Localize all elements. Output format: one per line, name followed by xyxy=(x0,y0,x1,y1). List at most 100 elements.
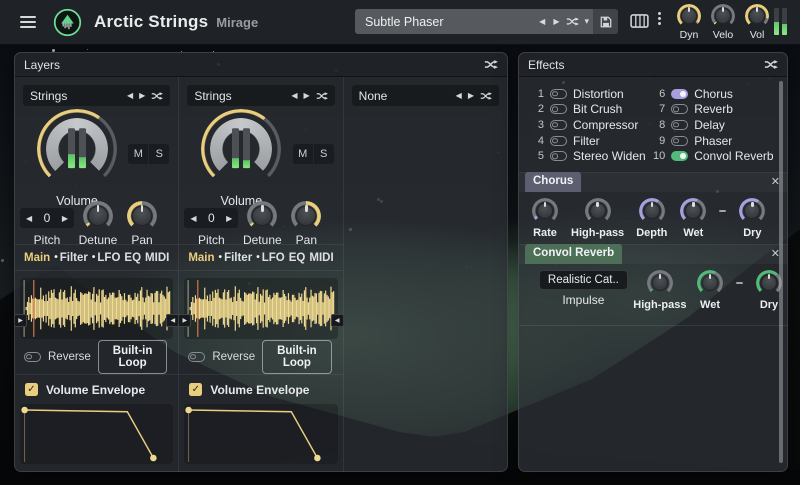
preset-shuffle-icon[interactable] xyxy=(563,16,582,27)
preset-dropdown-icon[interactable]: ▾ xyxy=(582,16,593,27)
layer-next-button[interactable]: ▶ xyxy=(304,91,310,100)
sample-start-handle[interactable]: ▶ xyxy=(178,314,192,327)
layer-next-button[interactable]: ▶ xyxy=(139,91,145,100)
layer-name[interactable]: None xyxy=(359,89,450,103)
pitch-increment-icon[interactable]: ▶ xyxy=(226,214,232,223)
solo-button[interactable]: S xyxy=(313,144,334,164)
effect-enable-toggle[interactable] xyxy=(671,88,689,99)
envelope-display[interactable] xyxy=(20,404,174,464)
reverse-toggle[interactable] xyxy=(24,351,41,362)
preset-save-button[interactable] xyxy=(593,9,618,34)
effect-slot-filter[interactable]: 4 Filter xyxy=(529,133,648,149)
depth-knob[interactable] xyxy=(638,197,665,224)
tab-midi[interactable]: MIDI xyxy=(145,252,169,264)
effect-enable-toggle[interactable] xyxy=(671,151,689,162)
macro-knob[interactable] xyxy=(677,4,701,28)
volume-knob[interactable] xyxy=(201,109,282,189)
detune-knob[interactable] xyxy=(247,201,278,231)
wet-knob[interactable] xyxy=(697,269,723,296)
tab-midi[interactable]: MIDI xyxy=(309,252,333,264)
overflow-menu-icon[interactable] xyxy=(658,12,661,25)
built-in-loop-button[interactable]: Built-in Loop xyxy=(262,339,332,374)
effect-slot-bit-crush[interactable]: 2 Bit Crush xyxy=(529,102,648,118)
effect-enable-toggle[interactable] xyxy=(671,135,689,146)
preset-next-button[interactable]: ▶ xyxy=(549,17,563,26)
volume-envelope-checkbox[interactable]: ✓ xyxy=(189,383,203,396)
detune-knob[interactable] xyxy=(83,201,113,231)
effect-slot-compressor[interactable]: 3 Compressor xyxy=(529,117,648,133)
high-pass-knob[interactable] xyxy=(584,197,611,224)
envelope-display[interactable] xyxy=(184,404,338,464)
effect-slot-reverb[interactable]: 7 Reverb xyxy=(650,102,779,118)
rate-knob[interactable] xyxy=(532,197,558,224)
layer-shuffle-icon[interactable] xyxy=(480,91,492,101)
layer-next-button[interactable]: ▶ xyxy=(468,91,474,100)
mute-button[interactable]: M xyxy=(128,144,149,164)
preset-prev-button[interactable]: ◀ xyxy=(535,17,549,26)
convol-reverb-section-tag[interactable]: Convol Reverb xyxy=(525,244,623,264)
impulse-button[interactable]: Realistic Cat.. xyxy=(538,269,628,290)
effect-enable-toggle[interactable] xyxy=(550,151,567,162)
sample-start-handle[interactable]: ▶ xyxy=(14,314,27,327)
layer-prev-button[interactable]: ◀ xyxy=(456,91,462,100)
keyboard-icon[interactable] xyxy=(630,14,649,28)
tab-lfo[interactable]: • LFO xyxy=(256,252,285,264)
macro-knob[interactable] xyxy=(711,4,735,28)
pitch-stepper[interactable]: ◀ 0 ▶ xyxy=(20,208,74,228)
knob-pointer xyxy=(537,201,553,219)
effect-enable-toggle[interactable] xyxy=(550,135,567,146)
layers-shuffle-icon[interactable] xyxy=(484,59,498,70)
effect-enable-toggle[interactable] xyxy=(550,88,567,99)
waveform-display[interactable]: ▶ ◀ xyxy=(14,278,180,339)
layer-prev-button[interactable]: ◀ xyxy=(291,91,297,100)
tab-filter[interactable]: • Filter xyxy=(219,252,253,264)
tab-eq[interactable]: EQ xyxy=(289,252,306,264)
volume-knob[interactable] xyxy=(37,109,117,189)
effect-slot-phaser[interactable]: 9 Phaser xyxy=(650,133,779,149)
layer-prev-button[interactable]: ◀ xyxy=(127,91,133,100)
pitch-stepper[interactable]: ◀ 0 ▶ xyxy=(184,208,239,228)
effect-enable-toggle[interactable] xyxy=(671,104,689,115)
dry-knob[interactable] xyxy=(739,197,766,224)
pan-knob[interactable] xyxy=(127,201,157,231)
effect-slot-delay[interactable]: 8 Delay xyxy=(650,117,779,133)
sample-end-handle[interactable]: ◀ xyxy=(330,314,344,327)
effects-scrollbar[interactable] xyxy=(779,81,783,463)
effect-enable-toggle[interactable] xyxy=(550,119,567,130)
chorus-section-tag[interactable]: Chorus xyxy=(525,172,582,192)
preset-name[interactable]: Subtle Phaser xyxy=(355,15,535,29)
hamburger-menu-icon[interactable] xyxy=(20,15,36,29)
solo-button[interactable]: S xyxy=(149,144,170,164)
tab-lfo[interactable]: • LFO xyxy=(92,252,121,264)
pitch-decrement-icon[interactable]: ◀ xyxy=(190,214,196,223)
pan-knob[interactable] xyxy=(291,201,322,231)
wet-knob[interactable] xyxy=(680,197,707,224)
effect-slot-stereo-widen[interactable]: 5 Stereo Widen xyxy=(529,148,648,164)
layer-name[interactable]: Strings xyxy=(194,89,285,103)
pitch-increment-icon[interactable]: ▶ xyxy=(62,214,68,223)
layer-shuffle-icon[interactable] xyxy=(316,91,328,101)
tab-filter[interactable]: • Filter xyxy=(54,252,88,264)
effect-enable-toggle[interactable] xyxy=(550,104,567,115)
effect-enable-toggle[interactable] xyxy=(671,119,689,130)
layer-column: Strings ◀ ▶ M S Volume ◀ 0 ▶ Pitch Detune Pan Main • F… xyxy=(14,77,180,472)
effect-slot-chorus[interactable]: 6 Chorus xyxy=(650,86,779,102)
pitch-decrement-icon[interactable]: ◀ xyxy=(26,214,32,223)
waveform-display[interactable]: ▶ ◀ xyxy=(178,278,344,339)
preset-selector[interactable]: Subtle Phaser ◀ ▶ ▾ xyxy=(355,9,618,34)
effect-slot-distortion[interactable]: 1 Distortion xyxy=(529,86,648,102)
layer-name[interactable]: Strings xyxy=(30,89,121,103)
tab-label: MIDI xyxy=(145,251,170,264)
tab-main[interactable]: Main xyxy=(24,252,50,264)
high-pass-knob[interactable] xyxy=(646,269,673,296)
tab-eq[interactable]: EQ xyxy=(124,252,141,264)
volume-envelope-checkbox[interactable]: ✓ xyxy=(25,383,38,396)
reverse-toggle[interactable] xyxy=(188,351,206,362)
tab-main[interactable]: Main xyxy=(188,252,214,264)
effects-shuffle-icon[interactable] xyxy=(764,59,778,70)
mute-button[interactable]: M xyxy=(292,144,313,164)
macro-knob[interactable] xyxy=(745,4,769,28)
layer-shuffle-icon[interactable] xyxy=(151,91,164,101)
effect-slot-convol-reverb[interactable]: 10 Convol Reverb xyxy=(650,148,779,164)
built-in-loop-button[interactable]: Built-in Loop xyxy=(97,339,168,374)
